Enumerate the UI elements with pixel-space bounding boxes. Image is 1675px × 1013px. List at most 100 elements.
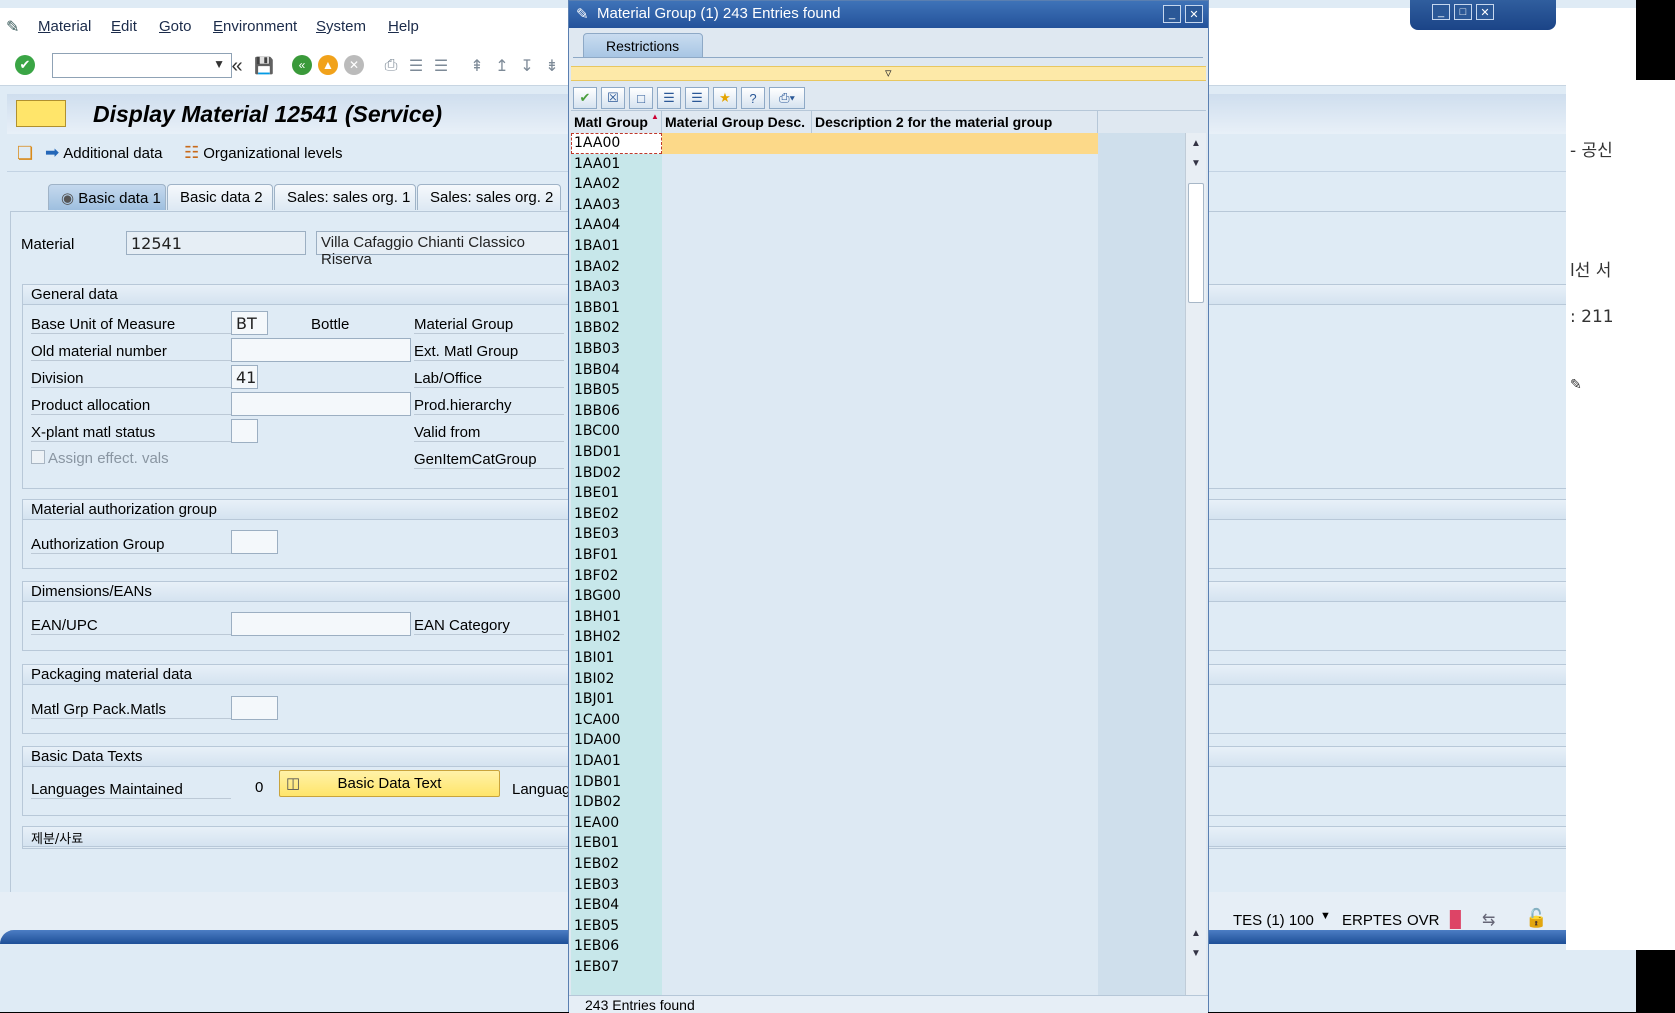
matl-group-cell[interactable]: 1BC00 (574, 423, 620, 439)
menu-help[interactable]: Help (388, 18, 419, 35)
matl-group-cell[interactable]: 1AA04 (574, 217, 620, 233)
find-icon[interactable]: ☰ (405, 55, 427, 77)
assign-effect-checkbox[interactable] (31, 450, 45, 464)
new-document-icon[interactable]: □ (629, 87, 653, 109)
matl-group-cell[interactable]: 1EA00 (574, 815, 619, 831)
table-row[interactable]: 1BI02 (571, 669, 1098, 690)
window-menu-icon[interactable]: ✎ (6, 17, 19, 37)
matl-group-cell[interactable]: 1BD02 (574, 465, 621, 481)
organizational-levels-button[interactable]: ☷ Organizational levels (184, 143, 343, 163)
popup-minimize-icon[interactable]: _ (1163, 5, 1181, 23)
table-row[interactable]: 1EB06 (571, 936, 1098, 957)
minimize-icon[interactable]: _ (1432, 4, 1450, 20)
matl-group-cell[interactable]: 1BE02 (574, 506, 619, 522)
matl-group-cell[interactable]: 1BB03 (574, 341, 620, 357)
menu-system[interactable]: System (316, 18, 366, 35)
scroll-bottom-icon[interactable]: ▼ (1188, 945, 1204, 961)
additional-data-button[interactable]: ➡ Additional data (45, 143, 163, 163)
matl-group-cell[interactable]: 1BH01 (574, 609, 621, 625)
matl-group-cell[interactable]: 1BB05 (574, 382, 620, 398)
system-dropdown-icon[interactable]: ▼ (1320, 910, 1331, 922)
popup-close-icon[interactable]: ✕ (1185, 5, 1203, 23)
system-info[interactable]: TES (1) 100 (1233, 912, 1314, 929)
tab-sales-org-2[interactable]: Sales: sales org. 2 (417, 184, 561, 210)
matl-group-cell[interactable]: 1BA03 (574, 279, 620, 295)
material-description-field[interactable]: Villa Cafaggio Chianti Classico Riserva (316, 231, 576, 268)
cancel-x-icon[interactable]: ☒ (601, 87, 625, 109)
matl-group-cell[interactable]: 1DB01 (574, 774, 621, 790)
matl-group-cell[interactable]: 1BB06 (574, 403, 620, 419)
matl-group-cell[interactable]: 1EB04 (574, 897, 619, 913)
matl-group-cell[interactable]: 1CA00 (574, 712, 620, 728)
matl-group-cell[interactable]: 1BG00 (574, 588, 621, 604)
table-row[interactable]: 1BA01 (571, 236, 1098, 257)
matl-group-cell[interactable]: 1BF02 (574, 568, 618, 584)
table-row[interactable]: 1BB05 (571, 380, 1098, 401)
table-row[interactable]: 1BE03 (571, 524, 1098, 545)
matl-group-cell[interactable]: 1DB02 (574, 794, 621, 810)
information-icon[interactable]: ? (741, 87, 765, 109)
matl-group-cell[interactable]: 1BF01 (574, 547, 618, 563)
scroll-down-icon[interactable]: ▲ (1188, 925, 1204, 941)
table-row[interactable]: 1DB01 (571, 772, 1098, 793)
matl-group-cell[interactable]: 1BI02 (574, 671, 614, 687)
matl-group-cell[interactable]: 1BB04 (574, 362, 620, 378)
table-row[interactable]: 1BF01 (571, 545, 1098, 566)
matl-group-cell[interactable]: 1EB05 (574, 918, 619, 934)
restrictions-toggle-bar[interactable]: ▿ (571, 65, 1206, 81)
previous-page-icon[interactable]: ↥ (491, 55, 513, 77)
find-binoculars-icon[interactable]: ☰ (657, 87, 681, 109)
find-next-binoculars-icon[interactable]: ☰ (685, 87, 709, 109)
matl-group-cell[interactable]: 1DA01 (574, 753, 621, 769)
scroll-up-icon[interactable]: ▼ (1188, 155, 1204, 171)
matl-group-cell[interactable]: 1EB02 (574, 856, 619, 872)
table-row[interactable]: 1AA03 (571, 195, 1098, 216)
table-row[interactable]: 1BB06 (571, 401, 1098, 422)
object-services-icon[interactable] (16, 100, 66, 127)
menu-goto[interactable]: Goto (159, 18, 192, 35)
table-row[interactable]: 1CA00 (571, 710, 1098, 731)
product-allocation-field[interactable] (231, 392, 411, 416)
save-icon[interactable]: 💾 (253, 55, 275, 77)
table-row[interactable]: 1BH02 (571, 627, 1098, 648)
matl-grp-pack-field[interactable] (231, 696, 278, 720)
lock-icon[interactable]: 🔓 (1525, 908, 1547, 929)
matl-group-cell[interactable]: 1EB06 (574, 938, 619, 954)
matl-group-cell[interactable]: 1EB01 (574, 835, 619, 851)
table-row[interactable]: 1BJ01 (571, 689, 1098, 710)
expand-icon[interactable]: ▿ (885, 65, 892, 81)
print-dropdown-icon[interactable]: ⎙▾ (769, 87, 805, 109)
base-uom-field[interactable]: BT (231, 311, 268, 335)
table-row[interactable]: 1BF02 (571, 566, 1098, 587)
edit-icon[interactable]: ✎ (1570, 377, 1582, 393)
favorites-star-icon[interactable]: ★ (713, 87, 737, 109)
matl-group-cell[interactable]: 1EB03 (574, 877, 619, 893)
confirm-check-icon[interactable]: ✔ (573, 87, 597, 109)
tab-restrictions[interactable]: Restrictions (583, 33, 703, 58)
table-row[interactable]: 1BE02 (571, 504, 1098, 525)
matl-group-cell[interactable]: 1BE03 (574, 526, 619, 542)
table-row[interactable]: 1BA03 (571, 277, 1098, 298)
chevron-down-icon[interactable]: ▼ (213, 57, 225, 71)
table-row[interactable]: 1EB02 (571, 854, 1098, 875)
column-header-description-2[interactable]: Description 2 for the material group (812, 111, 1098, 133)
matl-group-cell[interactable]: 1AA02 (574, 176, 620, 192)
scrollbar-thumb[interactable] (1188, 183, 1204, 303)
next-page-icon[interactable]: ↧ (516, 55, 538, 77)
table-row[interactable]: 1BB04 (571, 360, 1098, 381)
find-next-icon[interactable]: ☰ (430, 55, 452, 77)
table-row[interactable]: 1AA02 (571, 174, 1098, 195)
table-row[interactable]: 1BC00 (571, 421, 1098, 442)
back-icon[interactable]: « (292, 55, 312, 75)
table-row[interactable]: 1EB07 (571, 957, 1098, 978)
tab-basic-data-1[interactable]: ◉ Basic data 1 (48, 184, 166, 210)
table-row[interactable]: 1EB01 (571, 833, 1098, 854)
matl-group-cell[interactable]: 1BB02 (574, 320, 620, 336)
basic-data-text-button[interactable]: ◫ Basic Data Text (279, 770, 500, 797)
matl-group-cell[interactable]: 1EB07 (574, 959, 619, 975)
matl-group-cell[interactable]: 1BE01 (574, 485, 619, 501)
menu-environment[interactable]: Environment (213, 18, 297, 35)
table-row[interactable]: 1BD01 (571, 442, 1098, 463)
xplant-status-field[interactable] (231, 419, 258, 443)
table-row[interactable]: 1EA00 (571, 813, 1098, 834)
